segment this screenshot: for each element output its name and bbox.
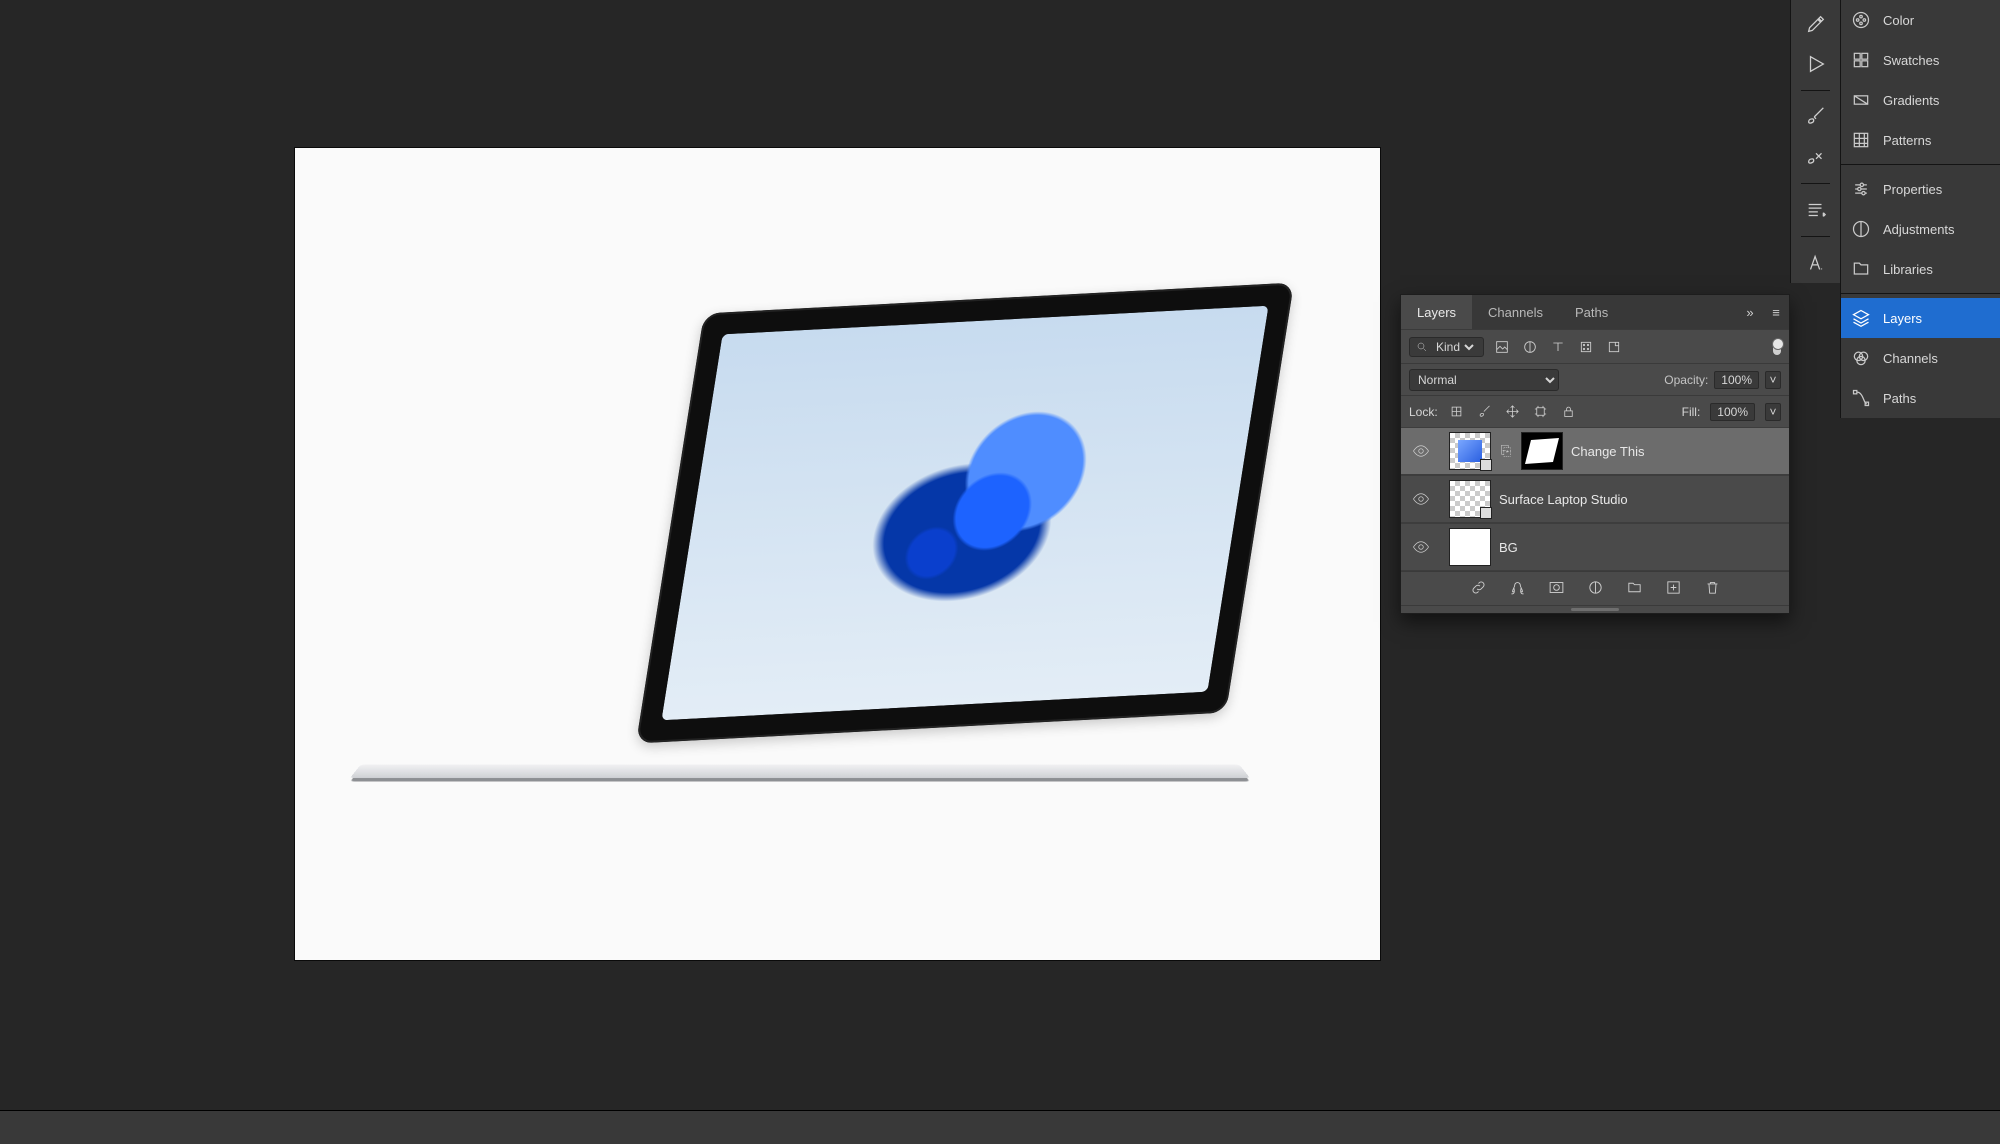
panel-menu-icon[interactable]: ≡ (1763, 305, 1789, 320)
smart-object-badge-icon (1480, 459, 1492, 471)
brush-panel-icon[interactable] (1799, 100, 1833, 134)
visibility-toggle-icon[interactable] (1401, 442, 1441, 460)
collapsed-toolbar (1790, 0, 1840, 283)
eyedropper-tool-icon[interactable] (1799, 7, 1833, 41)
layer-thumbnail[interactable] (1449, 528, 1491, 566)
panel-tab-label: Adjustments (1883, 222, 1955, 237)
panel-tab-layers[interactable]: Layers (1841, 298, 2000, 338)
document-canvas[interactable] (295, 148, 1380, 960)
paragraph-panel-icon[interactable] (1799, 193, 1833, 227)
lock-transparent-icon[interactable] (1448, 403, 1466, 421)
layer-row[interactable]: Surface Laptop Studio (1401, 475, 1789, 523)
lock-position-icon[interactable] (1504, 403, 1522, 421)
collapse-panel-icon[interactable]: » (1737, 305, 1763, 320)
new-group-icon[interactable] (1626, 579, 1643, 599)
panel-tab-label: Channels (1883, 351, 1938, 366)
panel-dock: Color Swatches Gradients Patterns Proper… (1840, 0, 2000, 418)
add-mask-icon[interactable] (1548, 579, 1565, 599)
filter-kind-select[interactable]: Kind (1432, 339, 1477, 355)
panel-tab-patterns[interactable]: Patterns (1841, 120, 2000, 160)
panel-tab-properties[interactable]: Properties (1841, 169, 2000, 209)
smart-object-badge-icon (1480, 507, 1492, 519)
layer-name[interactable]: BG (1499, 540, 1518, 555)
panel-tab-channels[interactable]: Channels (1841, 338, 2000, 378)
fill-label: Fill: (1682, 405, 1701, 419)
layer-row[interactable]: ⎘ Change This (1401, 427, 1789, 475)
panel-tab-gradients[interactable]: Gradients (1841, 80, 2000, 120)
delete-layer-icon[interactable] (1704, 579, 1721, 599)
layer-list: ⎘ Change This Surface Laptop Studio BG (1401, 427, 1789, 571)
layer-row[interactable]: BG (1401, 523, 1789, 571)
opacity-value[interactable]: 100% (1714, 371, 1759, 389)
link-mask-icon[interactable]: ⎘ (1499, 443, 1513, 459)
mockup-screen (636, 283, 1294, 744)
filter-pixel-icon[interactable] (1492, 337, 1512, 357)
mockup-base (350, 765, 1250, 778)
lock-fill-row: Lock: Fill: 100% ˅ (1401, 395, 1789, 427)
tab-paths[interactable]: Paths (1559, 295, 1624, 329)
play-actions-icon[interactable] (1799, 47, 1833, 81)
layer-name[interactable]: Change This (1571, 444, 1644, 459)
panel-tab-label: Gradients (1883, 93, 1939, 108)
tab-label: Layers (1417, 305, 1456, 320)
layers-panel-tabbar: Layers Channels Paths » ≡ (1401, 295, 1789, 329)
layer-effects-icon[interactable] (1509, 579, 1526, 599)
panel-tab-label: Color (1883, 13, 1914, 28)
layer-mask-thumbnail[interactable] (1521, 432, 1563, 470)
layers-bottom-bar (1401, 571, 1789, 605)
filter-kind-dropdown[interactable]: Kind (1409, 337, 1484, 357)
mockup-laptop (350, 308, 1320, 788)
panel-tab-adjustments[interactable]: Adjustments (1841, 209, 2000, 249)
layer-filter-row: Kind (1401, 329, 1789, 363)
panel-tab-label: Paths (1883, 391, 1916, 406)
status-bar (0, 1110, 2000, 1144)
panel-resize-grip[interactable] (1401, 605, 1789, 613)
tab-channels[interactable]: Channels (1472, 295, 1559, 329)
visibility-toggle-icon[interactable] (1401, 538, 1441, 556)
panel-tab-label: Libraries (1883, 262, 1933, 277)
new-layer-icon[interactable] (1665, 579, 1682, 599)
tab-label: Channels (1488, 305, 1543, 320)
panel-tab-label: Properties (1883, 182, 1942, 197)
fill-dropdown-icon[interactable]: ˅ (1765, 403, 1781, 421)
panel-tab-label: Patterns (1883, 133, 1931, 148)
panel-tab-color[interactable]: Color (1841, 0, 2000, 40)
panel-tab-label: Swatches (1883, 53, 1939, 68)
character-panel-icon[interactable] (1799, 246, 1833, 280)
layer-thumbnail[interactable] (1449, 480, 1491, 518)
blend-opacity-row: Normal Opacity: 100% ˅ (1401, 363, 1789, 395)
clone-source-icon[interactable] (1799, 140, 1833, 174)
blend-mode-select[interactable]: Normal (1409, 369, 1559, 391)
filter-shape-icon[interactable] (1576, 337, 1596, 357)
filter-smartobject-icon[interactable] (1604, 337, 1624, 357)
lock-image-icon[interactable] (1476, 403, 1494, 421)
new-adjustment-layer-icon[interactable] (1587, 579, 1604, 599)
lock-all-icon[interactable] (1560, 403, 1578, 421)
link-layers-icon[interactable] (1470, 579, 1487, 599)
layer-thumbnail[interactable] (1449, 432, 1491, 470)
lock-artboard-icon[interactable] (1532, 403, 1550, 421)
fill-value[interactable]: 100% (1710, 403, 1755, 421)
filter-toggle[interactable] (1773, 339, 1781, 355)
layer-name[interactable]: Surface Laptop Studio (1499, 492, 1628, 507)
lock-label: Lock: (1409, 405, 1438, 419)
panel-tab-swatches[interactable]: Swatches (1841, 40, 2000, 80)
panel-tab-libraries[interactable]: Libraries (1841, 249, 2000, 289)
filter-type-icon[interactable] (1548, 337, 1568, 357)
opacity-label: Opacity: (1664, 373, 1708, 387)
opacity-dropdown-icon[interactable]: ˅ (1765, 371, 1781, 389)
tab-label: Paths (1575, 305, 1608, 320)
visibility-toggle-icon[interactable] (1401, 490, 1441, 508)
panel-tab-label: Layers (1883, 311, 1922, 326)
filter-adjustment-icon[interactable] (1520, 337, 1540, 357)
panel-tab-paths[interactable]: Paths (1841, 378, 2000, 418)
layers-panel[interactable]: Layers Channels Paths » ≡ Kind Normal (1400, 294, 1790, 614)
tab-layers[interactable]: Layers (1401, 295, 1472, 329)
